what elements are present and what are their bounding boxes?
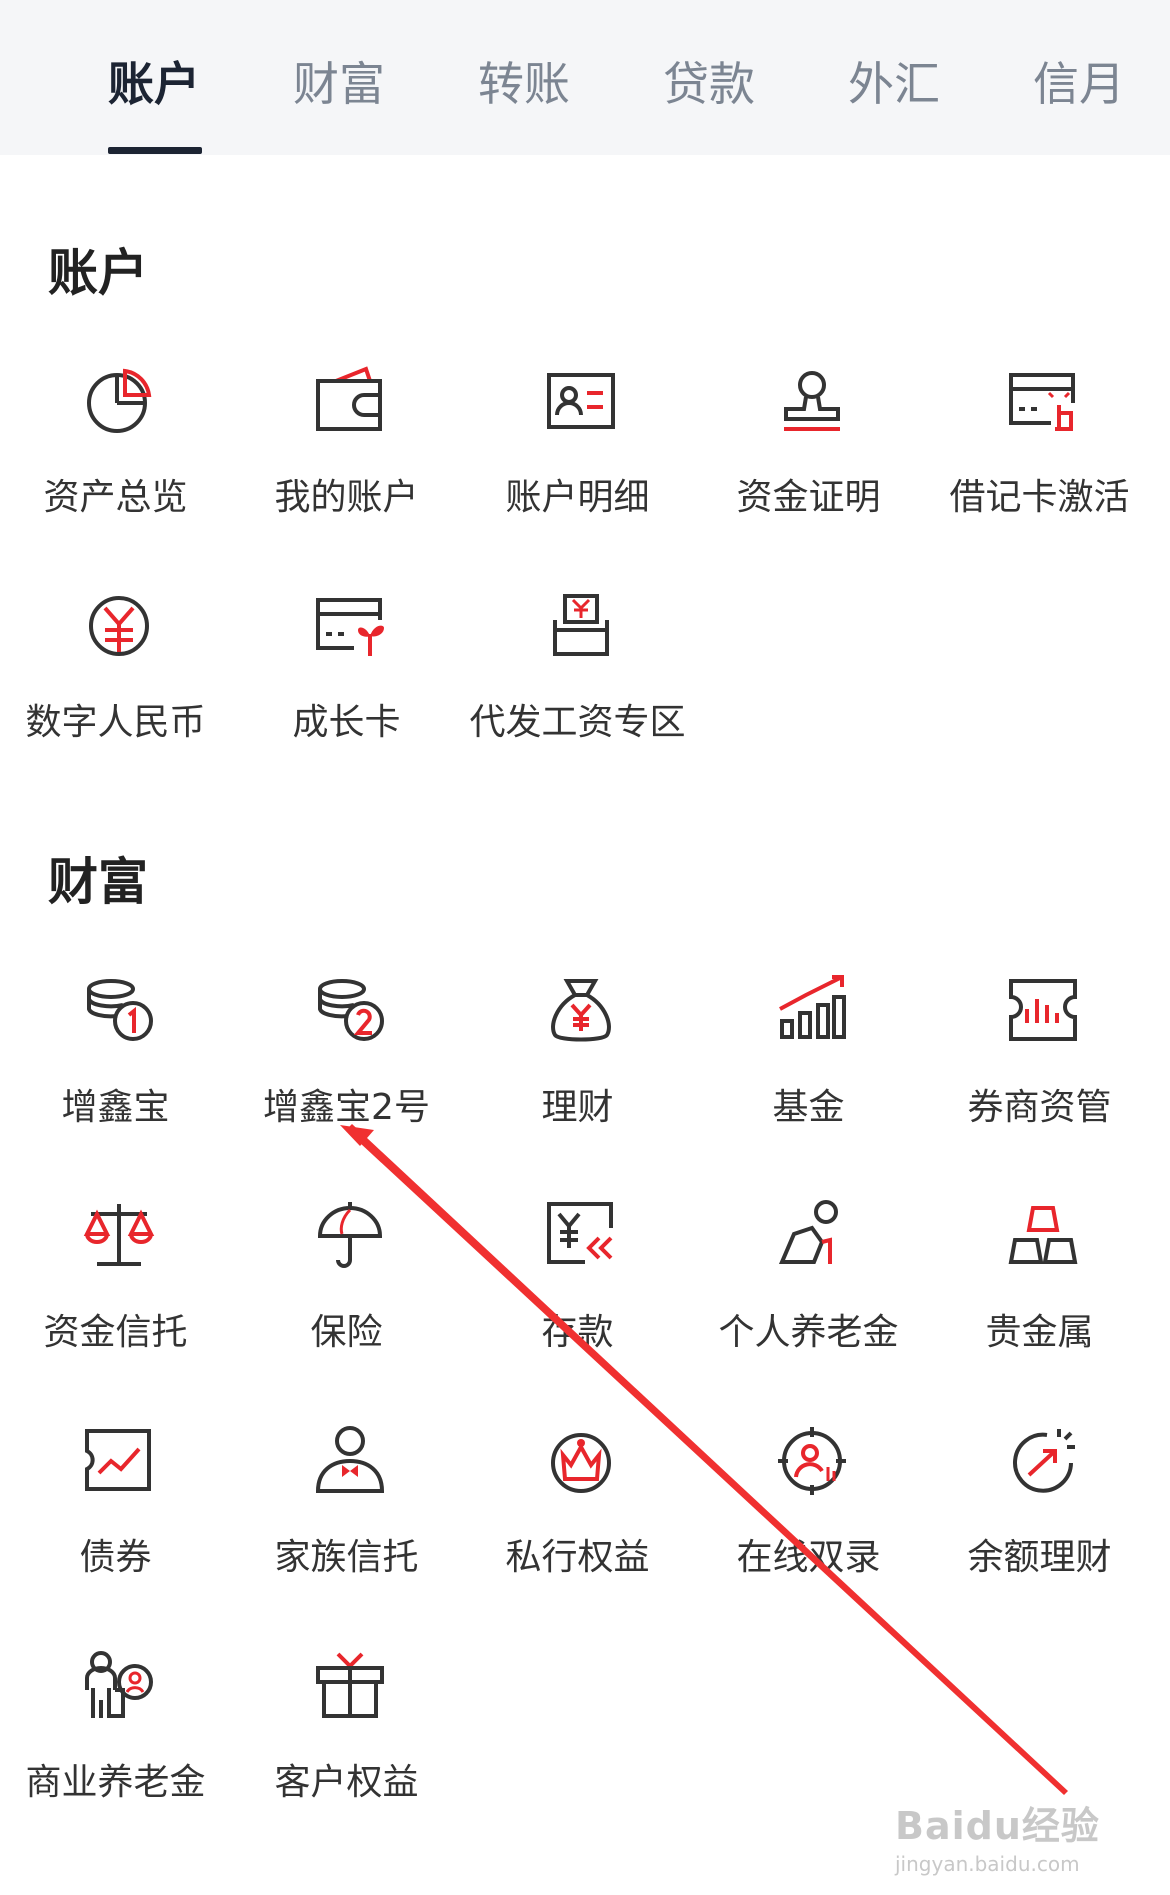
- menu-item-label: 券商资管: [967, 1087, 1112, 1128]
- tab-wealth[interactable]: 财富: [293, 48, 385, 114]
- menu-item-label: 个人养老金: [718, 1312, 899, 1353]
- menu-item-label: 借记卡激活: [949, 477, 1130, 518]
- menu-item-wealth-management[interactable]: 理财: [462, 975, 693, 1175]
- menu-item-label: 基金: [772, 1087, 845, 1128]
- menu-item-label: 贵金属: [985, 1312, 1094, 1353]
- active-tab-indicator: [108, 147, 202, 154]
- menu-item-label: 保险: [310, 1312, 383, 1353]
- tab-account[interactable]: 账户: [108, 48, 200, 114]
- menu-item-my-account[interactable]: 我的账户: [231, 365, 462, 565]
- umbrella-icon: [317, 1202, 383, 1268]
- menu-item-broker-asset-mgmt[interactable]: 券商资管: [924, 975, 1155, 1175]
- coins-1-icon: [87, 979, 153, 1041]
- scales-icon: [83, 1204, 155, 1266]
- target-person-icon: [778, 1427, 846, 1495]
- menu-item-label: 账户明细: [505, 477, 650, 518]
- menu-item-label: 增鑫宝: [61, 1087, 170, 1128]
- menu-item-deposit[interactable]: 存款: [462, 1200, 693, 1400]
- family-icon: [85, 1651, 153, 1718]
- menu-item-fund[interactable]: 基金: [693, 975, 924, 1175]
- menu-item-precious-metals[interactable]: 贵金属: [924, 1200, 1155, 1400]
- stamp-icon: [784, 371, 840, 431]
- menu-item-zengxinbao[interactable]: 增鑫宝: [0, 975, 231, 1175]
- menu-item-salary-zone[interactable]: 代发工资专区: [462, 590, 693, 790]
- menu-item-account-detail[interactable]: 账户明细: [462, 365, 693, 565]
- coins-2-icon: [318, 979, 384, 1041]
- menu-item-label: 存款: [541, 1312, 614, 1353]
- watermark: Baidu经验 jingyan.baidu.com: [895, 1795, 1100, 1876]
- tab-transfer[interactable]: 转账: [478, 48, 570, 114]
- section-title-wealth: 财富: [48, 853, 148, 911]
- tab-credit[interactable]: 信月: [1033, 48, 1125, 114]
- section-title-account: 账户: [48, 244, 148, 302]
- menu-item-label: 代发工资专区: [469, 702, 686, 743]
- tab-loan[interactable]: 贷款: [663, 48, 755, 114]
- menu-item-private-banking-benefits[interactable]: 私行权益: [462, 1425, 693, 1625]
- gift-icon: [316, 1652, 384, 1718]
- menu-item-label: 在线双录: [736, 1537, 881, 1578]
- menu-item-label: 商业养老金: [25, 1762, 206, 1803]
- menu-item-label: 客户权益: [274, 1762, 419, 1803]
- salary-envelope-icon: [553, 594, 609, 656]
- menu-item-label: 我的账户: [274, 477, 419, 518]
- wallet-icon: [316, 366, 382, 431]
- menu-item-fund-certificate[interactable]: 资金证明: [693, 365, 924, 565]
- menu-item-online-dual-record[interactable]: 在线双录: [693, 1425, 924, 1625]
- elder-icon: [778, 1200, 838, 1264]
- crown-icon: [551, 1433, 611, 1493]
- watermark-url: jingyan.baidu.com: [895, 1852, 1080, 1876]
- menu-item-label: 私行权益: [505, 1537, 650, 1578]
- gold-bars-icon: [1008, 1206, 1078, 1264]
- person-bowtie-icon: [315, 1426, 385, 1493]
- card-tap-icon: [1009, 373, 1075, 431]
- menu-item-zengxinbao-2[interactable]: 增鑫宝2号: [231, 975, 462, 1175]
- bar-trend-icon: [779, 975, 846, 1039]
- menu-item-personal-pension[interactable]: 个人养老金: [693, 1200, 924, 1400]
- ticket-chart-icon: [1009, 979, 1077, 1041]
- menu-item-label: 家族信托: [274, 1537, 419, 1578]
- menu-item-label: 成长卡: [292, 702, 401, 743]
- deposit-icon: [547, 1202, 613, 1264]
- menu-item-growth-card[interactable]: 成长卡: [231, 590, 462, 790]
- menu-item-label: 数字人民币: [25, 702, 206, 743]
- menu-item-label: 资金信托: [43, 1312, 188, 1353]
- digital-rmb-icon: [89, 596, 149, 656]
- menu-item-label: 增鑫宝2号: [263, 1087, 430, 1128]
- top-tab-bar: 账户 财富 转账 贷款 外汇 信月: [0, 0, 1170, 155]
- menu-item-asset-overview[interactable]: 资产总览: [0, 365, 231, 565]
- tab-forex[interactable]: 外汇: [848, 48, 940, 114]
- menu-item-digital-rmb[interactable]: 数字人民币: [0, 590, 231, 790]
- menu-item-label: 资金证明: [736, 477, 881, 518]
- menu-item-bonds[interactable]: 债券: [0, 1425, 231, 1625]
- id-card-icon: [547, 373, 615, 429]
- menu-item-balance-wealth[interactable]: 余额理财: [924, 1425, 1155, 1625]
- growth-card-icon: [316, 598, 384, 656]
- menu-item-commercial-pension[interactable]: 商业养老金: [0, 1650, 231, 1850]
- gauge-arrow-icon: [1013, 1429, 1075, 1493]
- menu-item-insurance[interactable]: 保险: [231, 1200, 462, 1400]
- menu-item-label: 债券: [79, 1537, 152, 1578]
- menu-item-customer-benefits[interactable]: 客户权益: [231, 1650, 462, 1850]
- menu-item-label: 资产总览: [43, 477, 188, 518]
- menu-item-fund-trust[interactable]: 资金信托: [0, 1200, 231, 1400]
- menu-item-family-trust[interactable]: 家族信托: [231, 1425, 462, 1625]
- menu-item-label: 余额理财: [967, 1537, 1112, 1578]
- bond-icon: [85, 1429, 151, 1491]
- menu-item-debit-card-activate[interactable]: 借记卡激活: [924, 365, 1155, 565]
- money-bag-icon: [551, 979, 611, 1042]
- watermark-brand: Baidu经验: [895, 1804, 1100, 1848]
- menu-item-label: 理财: [541, 1087, 614, 1128]
- pie-chart-icon: [87, 368, 152, 433]
